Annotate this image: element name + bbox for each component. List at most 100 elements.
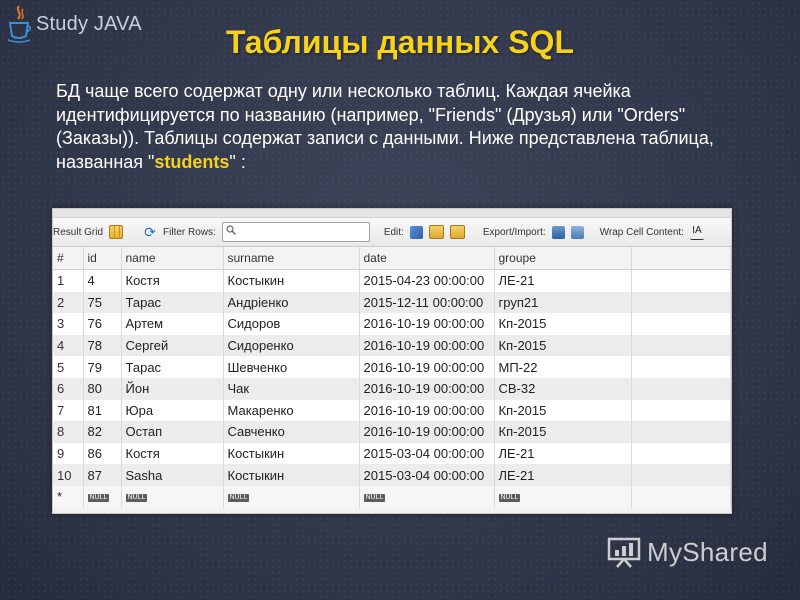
table-cell[interactable]: 1	[53, 269, 84, 292]
table-cell[interactable]: 2016-10-19 00:00:00	[359, 334, 495, 357]
null-cell[interactable]: NULL	[83, 485, 122, 508]
column-header[interactable]: date	[359, 247, 495, 270]
table-cell[interactable]: Сидоров	[223, 313, 360, 335]
delete-row-icon[interactable]	[449, 225, 465, 239]
table-cell-filler	[631, 291, 731, 314]
table-row[interactable]: 8 82 Остап Савченко 2016-10-19 00:00:00 Кп-20…	[53, 421, 731, 443]
table-cell[interactable]: 79	[83, 356, 122, 378]
search-icon	[226, 225, 236, 235]
table-cell[interactable]: Чак	[223, 377, 360, 400]
table-cell[interactable]: Шевченко	[223, 356, 360, 378]
table-cell[interactable]: 81	[83, 399, 122, 422]
table-cell[interactable]: Сидоренко	[223, 334, 360, 357]
table-cell[interactable]: Sasha	[121, 464, 224, 486]
table-cell[interactable]: 80	[83, 377, 122, 400]
table-row[interactable]: 4 78 Сергей Сидоренко 2016-10-19 00:00:00 Кп-…	[53, 334, 731, 357]
table-cell[interactable]: 2015-03-04 00:00:00	[359, 442, 495, 465]
table-cell[interactable]: Тарас	[121, 356, 224, 378]
table-cell[interactable]: Артем	[121, 313, 224, 335]
slide-paragraph: БД чаще всего содержат одну или нескольк…	[56, 80, 766, 174]
table-cell[interactable]: 4	[83, 269, 122, 292]
table-row[interactable]: 1 4 Костя Костыкин 2015-04-23 00:00:00 ЛЕ-21	[53, 269, 731, 292]
export-icon[interactable]	[551, 225, 565, 239]
table-cell[interactable]: 6	[53, 377, 84, 400]
table-row[interactable]: 6 80 Йон Чак 2016-10-19 00:00:00 СВ-32	[53, 377, 731, 400]
table-cell[interactable]: 4	[53, 334, 84, 357]
column-header[interactable]: surname	[223, 247, 360, 270]
table-cell[interactable]: 2015-12-11 00:00:00	[359, 291, 495, 314]
table-cell[interactable]: 7	[53, 399, 84, 422]
table-row[interactable]: 9 86 Костя Костыкин 2015-03-04 00:00:00 ЛЕ-21	[53, 442, 731, 465]
table-cell[interactable]: 76	[83, 313, 122, 335]
table-cell[interactable]: Андріенко	[223, 291, 360, 314]
table-cell[interactable]: груп21	[494, 291, 632, 314]
null-cell[interactable]: NULL	[223, 485, 360, 508]
table-row[interactable]: 10 87 Sasha Костыкин 2015-03-04 00:00:00 ЛЕ-2…	[53, 464, 731, 486]
table-cell-filler	[631, 464, 731, 486]
table-cell[interactable]: Костыкин	[223, 442, 360, 465]
table-row[interactable]: 2 75 Тарас Андріенко 2015-12-11 00:00:00 груп…	[53, 291, 731, 314]
table-cell[interactable]: Кп-2015	[494, 399, 632, 422]
table-cell[interactable]: 2015-04-23 00:00:00	[359, 269, 495, 292]
table-cell[interactable]: 3	[53, 313, 84, 335]
edit-row-icon[interactable]	[409, 225, 423, 239]
table-cell[interactable]: Савченко	[223, 421, 360, 443]
table-cell[interactable]: Йон	[121, 377, 224, 400]
table-cell[interactable]: Кп-2015	[494, 334, 632, 357]
table-cell[interactable]: Костя	[121, 269, 224, 292]
table-cell[interactable]: ЛЕ-21	[494, 464, 632, 486]
grid-view-icon[interactable]	[109, 225, 124, 239]
import-icon[interactable]	[570, 225, 584, 239]
table-row[interactable]: 7 81 Юра Макаренко 2016-10-19 00:00:00 Кп-201…	[53, 399, 731, 422]
table-cell[interactable]: Тарас	[121, 291, 224, 314]
table-cell[interactable]: Костыкин	[223, 464, 360, 486]
table-cell[interactable]: Костыкин	[223, 269, 360, 292]
table-cell[interactable]: 78	[83, 334, 122, 357]
table-cell-filler	[631, 356, 731, 378]
null-cell[interactable]: NULL	[494, 485, 632, 508]
new-row[interactable]: * NULL NULL NULL NULL NULL	[53, 485, 731, 508]
table-cell[interactable]: СВ-32	[494, 377, 632, 400]
table-cell[interactable]: ЛЕ-21	[494, 442, 632, 465]
null-cell[interactable]: NULL	[359, 485, 495, 508]
table-cell[interactable]: 87	[83, 464, 122, 486]
table-cell[interactable]: 2016-10-19 00:00:00	[359, 399, 495, 422]
table-row[interactable]: 3 76 Артем Сидоров 2016-10-19 00:00:00 Кп-201…	[53, 313, 731, 335]
filter-rows-input[interactable]	[221, 222, 370, 242]
table-cell[interactable]: 2015-03-04 00:00:00	[359, 464, 495, 486]
table-cell[interactable]: 2016-10-19 00:00:00	[359, 313, 495, 335]
table-cell[interactable]: Кп-2015	[494, 313, 632, 335]
table-cell[interactable]: 75	[83, 291, 122, 314]
table-cell[interactable]: 10	[53, 464, 84, 486]
table-cell[interactable]: Кп-2015	[494, 421, 632, 443]
table-cell[interactable]: МП-22	[494, 356, 632, 378]
table-cell[interactable]: 2	[53, 291, 84, 314]
table-cell[interactable]: Макаренко	[223, 399, 360, 422]
column-header[interactable]: id	[83, 247, 122, 270]
table-cell[interactable]: 8	[53, 421, 84, 443]
column-header[interactable]: name	[121, 247, 224, 270]
table-cell[interactable]: Сергей	[121, 334, 224, 357]
table-cell[interactable]: 2016-10-19 00:00:00	[359, 377, 495, 400]
paragraph-tail: " :	[229, 151, 246, 172]
wrap-cell-icon[interactable]: IA	[689, 225, 704, 240]
table-cell[interactable]: 2016-10-19 00:00:00	[359, 421, 495, 443]
column-header[interactable]: #	[53, 247, 84, 270]
table-cell[interactable]: Костя	[121, 442, 224, 465]
table-cell[interactable]: 2016-10-19 00:00:00	[359, 356, 495, 378]
table-row[interactable]: 5 79 Тарас Шевченко 2016-10-19 00:00:00 МП-22	[53, 356, 731, 378]
table-cell[interactable]: 5	[53, 356, 84, 378]
table-cell[interactable]: 9	[53, 442, 84, 465]
new-row-marker[interactable]: *	[53, 485, 84, 508]
table-cell-filler	[631, 399, 731, 422]
refresh-icon[interactable]: ⟳	[143, 225, 157, 239]
table-cell-filler	[631, 334, 731, 357]
add-row-icon[interactable]	[428, 225, 444, 239]
table-cell[interactable]: Остап	[121, 421, 224, 443]
table-cell[interactable]: ЛЕ-21	[494, 269, 632, 292]
table-cell[interactable]: 86	[83, 442, 122, 465]
table-cell[interactable]: Юра	[121, 399, 224, 422]
null-cell[interactable]: NULL	[121, 485, 224, 508]
table-cell[interactable]: 82	[83, 421, 122, 443]
column-header[interactable]: groupe	[494, 247, 632, 270]
